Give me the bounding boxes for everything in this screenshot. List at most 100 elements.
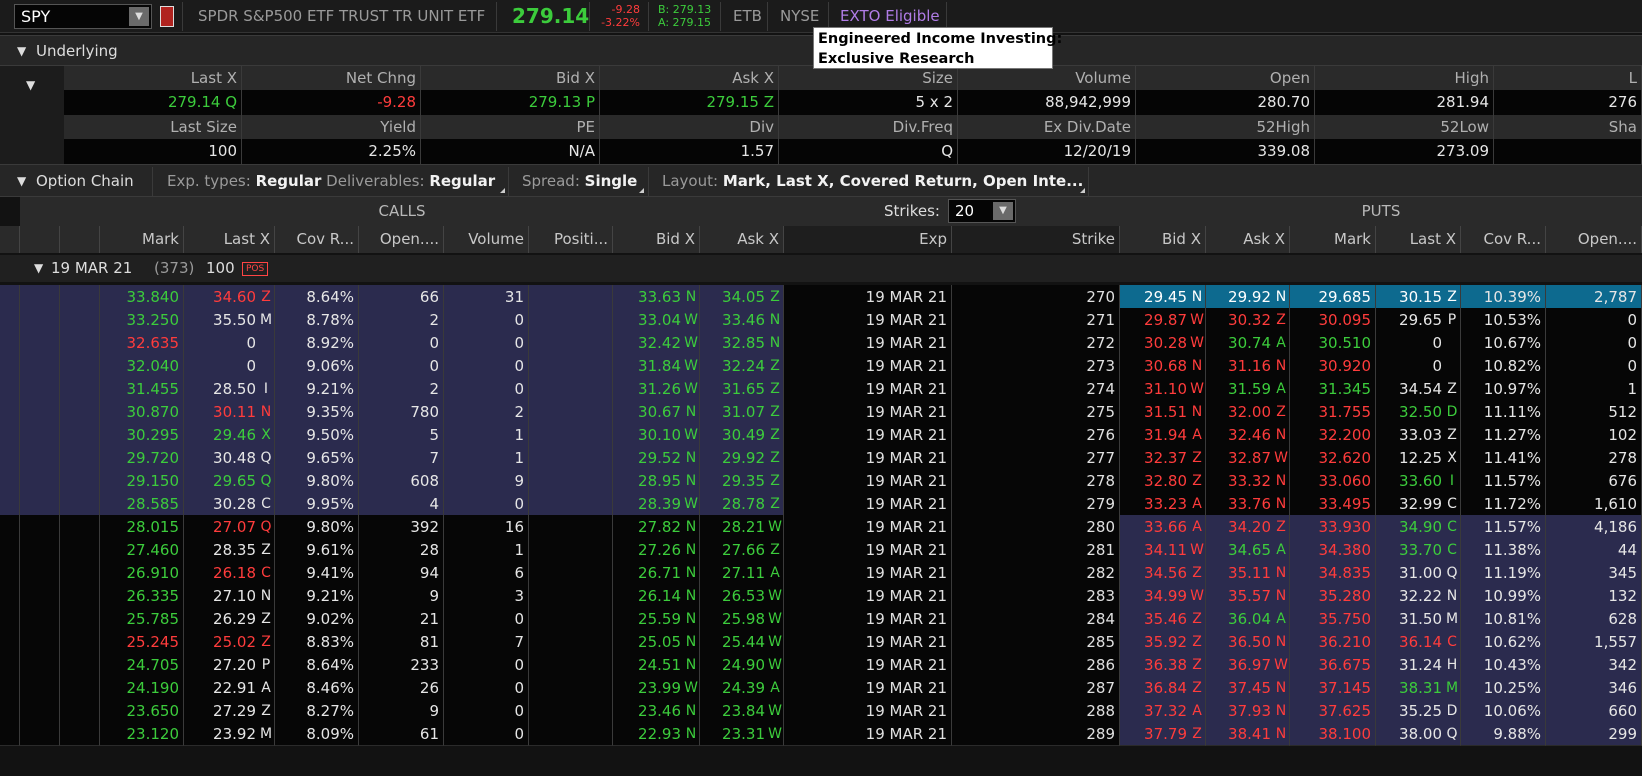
exp-cell[interactable]: 19 MAR 21 — [784, 515, 952, 539]
spread-filter[interactable]: Spread: Single — [522, 165, 637, 197]
strike-cell[interactable]: 284 — [952, 607, 1120, 631]
strike-cell[interactable]: 288 — [952, 699, 1120, 723]
row-spacer[interactable] — [60, 722, 100, 746]
call-volume[interactable]: 16 — [444, 515, 529, 539]
put-open-interest[interactable]: 628 — [1546, 607, 1642, 631]
call-cov-return[interactable]: 9.50% — [275, 423, 359, 447]
strike-cell[interactable]: 282 — [952, 561, 1120, 585]
table-row[interactable]: 28.585 30.28 C 9.95% 4 0 28.39 W 28.78 Z 19 MAR 21… — [0, 492, 1642, 516]
column-header-positi[interactable]: Positi... — [529, 226, 613, 253]
strike-cell[interactable]: 286 — [952, 653, 1120, 677]
strike-cell[interactable]: 273 — [952, 354, 1120, 378]
strike-cell[interactable]: 278 — [952, 469, 1120, 493]
exp-cell[interactable]: 19 MAR 21 — [784, 331, 952, 355]
exp-cell[interactable]: 19 MAR 21 — [784, 285, 952, 309]
column-header-mark[interactable]: Mark — [1290, 226, 1376, 253]
row-spacer[interactable] — [20, 584, 60, 608]
put-mark[interactable]: 30.095 — [1290, 308, 1376, 332]
put-cov-return[interactable]: 10.62% — [1461, 630, 1546, 654]
call-open-interest[interactable]: 780 — [359, 400, 444, 424]
row-spacer[interactable] — [60, 630, 100, 654]
exp-cell[interactable]: 19 MAR 21 — [784, 354, 952, 378]
column-header-open[interactable]: Open.... — [1546, 226, 1642, 253]
put-open-interest[interactable]: 0 — [1546, 354, 1642, 378]
call-position[interactable] — [529, 285, 613, 309]
put-open-interest[interactable]: 0 — [1546, 331, 1642, 355]
row-gutter[interactable] — [0, 285, 20, 309]
row-gutter[interactable] — [0, 699, 20, 723]
put-mark[interactable]: 30.920 — [1290, 354, 1376, 378]
call-open-interest[interactable]: 5 — [359, 423, 444, 447]
call-position[interactable] — [529, 469, 613, 493]
row-gutter[interactable] — [0, 584, 20, 608]
call-volume[interactable]: 0 — [444, 676, 529, 700]
row-gutter[interactable] — [0, 469, 20, 493]
exp-cell[interactable]: 19 MAR 21 — [784, 584, 952, 608]
table-row[interactable]: 32.040 0 9.06% 0 0 31.84 W 32.24 Z 19 MAR 21 273 30… — [0, 354, 1642, 378]
call-open-interest[interactable]: 608 — [359, 469, 444, 493]
option-chain-title[interactable]: Option Chain — [36, 165, 134, 197]
strike-cell[interactable]: 281 — [952, 538, 1120, 562]
table-row[interactable]: 31.455 28.50 I 9.21% 2 0 31.26 W 31.65 Z 19 MAR 21… — [0, 377, 1642, 401]
call-position[interactable] — [529, 423, 613, 447]
row-gutter[interactable] — [0, 630, 20, 654]
column-header-volume[interactable]: Volume — [444, 226, 529, 253]
row-spacer[interactable] — [20, 492, 60, 516]
column-header-blank[interactable] — [20, 226, 60, 253]
row-spacer[interactable] — [20, 561, 60, 585]
call-position[interactable] — [529, 492, 613, 516]
call-cov-return[interactable]: 9.95% — [275, 492, 359, 516]
put-cov-return[interactable]: 11.11% — [1461, 400, 1546, 424]
put-open-interest[interactable]: 4,186 — [1546, 515, 1642, 539]
column-header-ask-x[interactable]: Ask X — [700, 226, 784, 253]
call-position[interactable] — [529, 699, 613, 723]
chevron-down-icon[interactable]: ▼ — [129, 7, 149, 26]
call-cov-return[interactable]: 8.78% — [275, 308, 359, 332]
row-spacer[interactable] — [60, 561, 100, 585]
call-position[interactable] — [529, 446, 613, 470]
call-mark[interactable]: 30.870 — [100, 400, 184, 424]
call-open-interest[interactable]: 61 — [359, 722, 444, 746]
put-cov-return[interactable]: 11.57% — [1461, 515, 1546, 539]
table-row[interactable]: 26.910 26.18 C 9.41% 94 6 26.71 N 27.11 A 19 MAR 2… — [0, 561, 1642, 585]
call-cov-return[interactable]: 8.46% — [275, 676, 359, 700]
row-spacer[interactable] — [60, 400, 100, 424]
call-volume[interactable]: 1 — [444, 446, 529, 470]
exp-cell[interactable]: 19 MAR 21 — [784, 699, 952, 723]
put-open-interest[interactable]: 660 — [1546, 699, 1642, 723]
put-cov-return[interactable]: 11.27% — [1461, 423, 1546, 447]
strike-cell[interactable]: 275 — [952, 400, 1120, 424]
call-cov-return[interactable]: 8.09% — [275, 722, 359, 746]
row-spacer[interactable] — [20, 653, 60, 677]
strike-cell[interactable]: 276 — [952, 423, 1120, 447]
chevron-down-icon[interactable]: ▼ — [34, 255, 43, 282]
call-mark[interactable]: 23.650 — [100, 699, 184, 723]
put-open-interest[interactable]: 1,557 — [1546, 630, 1642, 654]
put-open-interest[interactable]: 132 — [1546, 584, 1642, 608]
row-spacer[interactable] — [60, 469, 100, 493]
call-mark[interactable]: 29.720 — [100, 446, 184, 470]
chevron-down-icon[interactable]: ▼ — [26, 78, 35, 92]
put-cov-return[interactable]: 11.57% — [1461, 469, 1546, 493]
call-mark[interactable]: 27.460 — [100, 538, 184, 562]
call-volume[interactable]: 2 — [444, 400, 529, 424]
put-open-interest[interactable]: 346 — [1546, 676, 1642, 700]
put-mark[interactable]: 37.145 — [1290, 676, 1376, 700]
call-position[interactable] — [529, 653, 613, 677]
table-row[interactable]: 25.245 25.02 Z 8.83% 81 7 25.05 N 25.44 W 19 MAR 2… — [0, 630, 1642, 654]
row-spacer[interactable] — [20, 469, 60, 493]
call-cov-return[interactable]: 9.35% — [275, 400, 359, 424]
call-position[interactable] — [529, 538, 613, 562]
symbol-link-color-icon[interactable] — [160, 6, 174, 27]
row-spacer[interactable] — [60, 653, 100, 677]
strike-cell[interactable]: 279 — [952, 492, 1120, 516]
call-position[interactable] — [529, 400, 613, 424]
column-header-cov-r[interactable]: Cov R... — [1461, 226, 1546, 253]
put-open-interest[interactable]: 1,610 — [1546, 492, 1642, 516]
exp-cell[interactable]: 19 MAR 21 — [784, 308, 952, 332]
call-cov-return[interactable]: 8.92% — [275, 331, 359, 355]
column-header-last-x[interactable]: Last X — [184, 226, 275, 253]
row-spacer[interactable] — [20, 308, 60, 332]
put-open-interest[interactable]: 342 — [1546, 653, 1642, 677]
put-mark[interactable]: 32.620 — [1290, 446, 1376, 470]
